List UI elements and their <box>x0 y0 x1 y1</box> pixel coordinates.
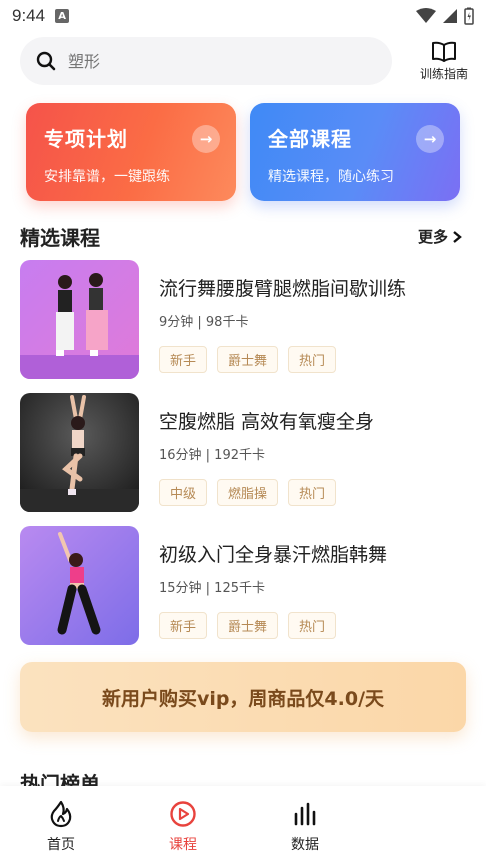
course-tag: 燃脂操 <box>217 479 279 506</box>
course-item[interactable]: 初级入门全身暴汗燃脂韩舞 15分钟 | 125千卡 新手 爵士舞 热门 <box>20 526 466 659</box>
course-name: 空腹燃脂 高效有氧瘦全身 <box>159 411 375 433</box>
special-plan-subtitle: 安排靠谱，一键跟练 <box>44 169 170 185</box>
course-thumbnail <box>20 526 139 645</box>
all-courses-subtitle: 精选课程，随心练习 <box>268 169 394 185</box>
notification-a-icon: A <box>55 9 70 23</box>
more-link[interactable]: 更多 <box>418 226 462 247</box>
tab-home[interactable]: 首页 <box>0 786 122 864</box>
section-title: 精选课程 <box>20 226 100 250</box>
training-guide-button[interactable]: 训练指南 <box>414 41 474 82</box>
tab-courses-label: 课程 <box>169 837 197 853</box>
course-item[interactable]: 空腹燃脂 高效有氧瘦全身 16分钟 | 192千卡 中级 燃脂操 热门 <box>20 393 466 526</box>
course-tag: 热门 <box>288 612 337 639</box>
signal-icon <box>443 9 457 23</box>
entry-cards: 专项计划 安排靠谱，一键跟练 → 全部课程 精选课程，随心练习 → <box>26 103 460 201</box>
search-input[interactable] <box>68 51 348 71</box>
vip-promo-banner[interactable]: 新用户购买vip，周商品仅4.0/天 <box>20 662 466 732</box>
book-icon <box>432 41 456 62</box>
course-tag: 新手 <box>159 612 208 639</box>
arrow-right-icon: → <box>192 125 220 153</box>
tab-home-label: 首页 <box>47 837 75 853</box>
featured-section-header: 精选课程 更多 <box>20 222 462 251</box>
vip-promo-text: 新用户购买vip，周商品仅4.0/天 <box>101 687 385 710</box>
course-info: 空腹燃脂 高效有氧瘦全身 16分钟 | 192千卡 中级 燃脂操 热门 <box>159 393 374 526</box>
course-tags: 中级 燃脂操 热门 <box>159 479 374 506</box>
training-guide-label: 训练指南 <box>419 66 468 81</box>
tab-data[interactable]: 数据 <box>244 786 366 864</box>
course-name: 初级入门全身暴汗燃脂韩舞 <box>159 544 388 566</box>
course-thumbnail <box>20 393 139 512</box>
status-time: 9:44 <box>12 6 46 25</box>
course-tag: 热门 <box>288 479 337 506</box>
special-plan-card[interactable]: 专项计划 安排靠谱，一键跟练 → <box>26 103 236 201</box>
status-bar: 9:44 A <box>0 0 486 32</box>
course-thumbnail <box>20 260 139 379</box>
course-list: 流行舞腰腹臂腿燃脂间歇训练 9分钟 | 98千卡 新手 爵士舞 热门 空腹燃脂 … <box>20 260 466 659</box>
course-tag: 中级 <box>159 479 208 506</box>
course-tags: 新手 爵士舞 热门 <box>159 612 387 639</box>
search-bar[interactable] <box>20 37 392 85</box>
course-tag: 热门 <box>288 346 337 373</box>
bar-chart-icon <box>294 802 316 826</box>
search-row: 训练指南 <box>20 36 474 86</box>
course-tag: 爵士舞 <box>217 346 279 373</box>
tab-courses[interactable]: 课程 <box>122 786 244 864</box>
course-meta: 16分钟 | 192千卡 <box>159 448 265 463</box>
course-tag: 爵士舞 <box>217 612 279 639</box>
bottom-tab-bar: 首页 课程 数据 <box>0 786 486 864</box>
arrow-right-icon: → <box>416 125 444 153</box>
all-courses-card[interactable]: 全部课程 精选课程，随心练习 → <box>250 103 460 201</box>
wifi-icon <box>416 8 436 23</box>
play-circle-icon <box>170 801 196 827</box>
chevron-right-icon <box>453 230 462 243</box>
course-tag: 新手 <box>159 346 208 373</box>
course-info: 初级入门全身暴汗燃脂韩舞 15分钟 | 125千卡 新手 爵士舞 热门 <box>159 526 387 659</box>
course-info: 流行舞腰腹臂腿燃脂间歇训练 9分钟 | 98千卡 新手 爵士舞 热门 <box>159 260 406 393</box>
status-icons <box>416 7 474 25</box>
course-item[interactable]: 流行舞腰腹臂腿燃脂间歇训练 9分钟 | 98千卡 新手 爵士舞 热门 <box>20 260 466 393</box>
tab-data-label: 数据 <box>291 837 319 853</box>
hot-list-title: 热门榜单 <box>20 772 100 786</box>
more-label: 更多 <box>417 228 448 246</box>
course-meta: 9分钟 | 98千卡 <box>159 315 249 330</box>
flame-icon <box>50 800 72 828</box>
course-name: 流行舞腰腹臂腿燃脂间歇训练 <box>159 278 407 300</box>
search-icon <box>36 51 56 71</box>
battery-icon <box>464 7 474 25</box>
course-tags: 新手 爵士舞 热门 <box>159 346 406 373</box>
course-meta: 15分钟 | 125千卡 <box>159 581 265 596</box>
